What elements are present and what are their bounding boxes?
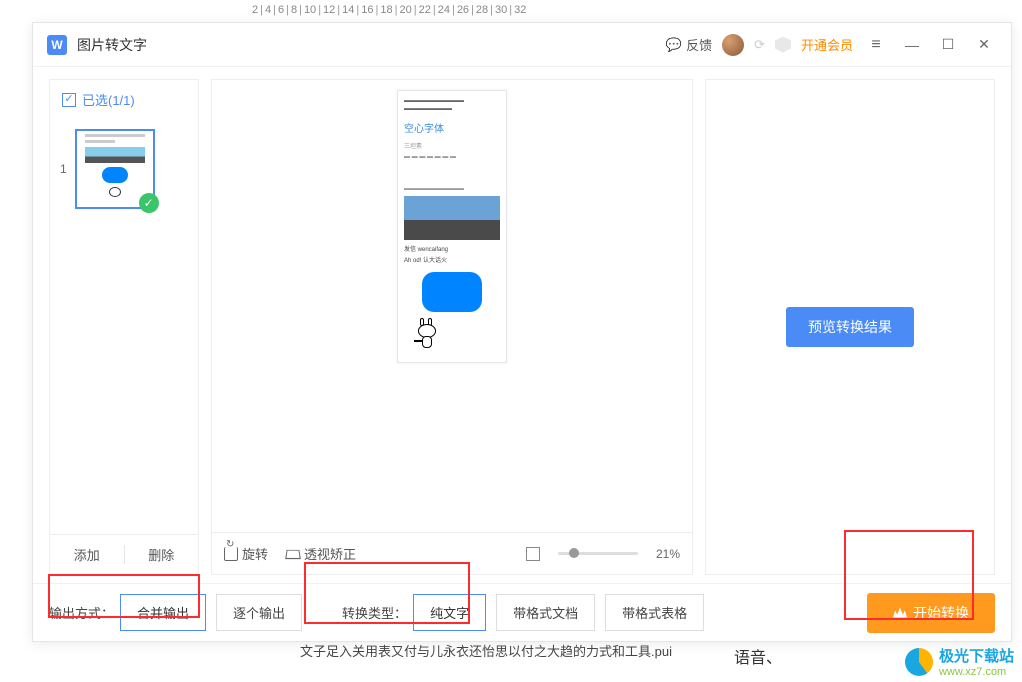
preview-heading: 空心字体 [404, 120, 500, 135]
ruler-tick: 4 [265, 4, 271, 16]
checkbox-icon[interactable]: ✓ [62, 93, 76, 107]
delete-button[interactable]: 删除 [125, 535, 199, 574]
convert-type-label: 转换类型： [342, 603, 407, 622]
ruler-tick: 20 [399, 4, 411, 16]
watermark-logo-icon [905, 648, 933, 676]
output-mode-label: 输出方式： [49, 603, 114, 622]
result-panel: 预览转换结果 [705, 79, 995, 575]
add-button[interactable]: 添加 [50, 535, 124, 574]
bottom-bar: 输出方式： 合并输出 逐个输出 转换类型： 纯文字 带格式文档 带格式表格 开始… [33, 583, 1011, 641]
ruler-tick: 30 [495, 4, 507, 16]
preview-doodle [412, 320, 446, 356]
type-table-button[interactable]: 带格式表格 [605, 594, 704, 631]
output-merge-button[interactable]: 合并输出 [120, 594, 206, 631]
preview-panel: ▬▬▬▬▬▬▬▬▬▬▬▬▬▬▬▬▬▬ 空心字体 三坦素 ▬ ▬ ▬ ▬ ▬ ▬ … [211, 79, 693, 575]
rotate-label: 旋转 [242, 544, 268, 563]
output-each-button[interactable]: 逐个输出 [216, 594, 302, 631]
ruler-tick: 22 [419, 4, 431, 16]
thumbnail-1[interactable]: ✓ [75, 129, 155, 209]
ruler-tick: 10 [304, 4, 316, 16]
ruler-tick: 2 [252, 4, 258, 16]
ruler-tick: 12 [323, 4, 335, 16]
selected-check-icon: ✓ [139, 193, 159, 213]
ruler-tick: 32 [514, 4, 526, 16]
select-count: 已选(1/1) [82, 90, 135, 109]
watermark-name: 极光下载站 [939, 645, 1014, 666]
rotate-button[interactable]: 旋转 [224, 544, 268, 563]
ruler-tick: 24 [438, 4, 450, 16]
perspective-button[interactable]: 透视矫正 [286, 544, 356, 563]
ruler-tick: 18 [380, 4, 392, 16]
rotate-icon [224, 547, 238, 561]
preview-shape [422, 272, 482, 312]
feedback-label: 反馈 [686, 35, 712, 54]
convert-label: 开始转换 [913, 603, 969, 623]
convert-type-group: 转换类型： 纯文字 [342, 594, 486, 631]
ruler-tick: 8 [291, 4, 297, 16]
minimize-button[interactable]: — [899, 32, 925, 58]
ruler-tick: 14 [342, 4, 354, 16]
ruler-tick: 28 [476, 4, 488, 16]
fit-icon[interactable] [526, 547, 540, 561]
background-doc-line: 文子足入关用表又付与儿永衣还怡思以付之大趋的力式和工具.pui [300, 641, 672, 660]
app-icon [47, 35, 67, 55]
ruler: 2 | 4 | 6 | 8 | 10 | 12 | 14 | 16 | 18 |… [220, 0, 982, 20]
refresh-icon[interactable]: ⟳ [754, 37, 765, 53]
perspective-label: 透视矫正 [304, 544, 356, 563]
preview-image [404, 196, 500, 240]
ruler-tick: 6 [278, 4, 284, 16]
ocr-dialog: 图片转文字 💬 反馈 ⟳ 开通会员 ≡ — ☐ ✕ ✓ 已选(1/1) [32, 22, 1012, 642]
thumb-index: 1 [60, 162, 67, 176]
perspective-icon [285, 549, 301, 558]
dialog-title: 图片转文字 [77, 35, 147, 55]
vip-link[interactable]: 开通会员 [801, 35, 853, 54]
close-button[interactable]: ✕ [971, 32, 997, 58]
type-doc-button[interactable]: 带格式文档 [496, 594, 595, 631]
hex-icon[interactable] [775, 37, 791, 53]
chat-icon: 💬 [666, 37, 682, 53]
preview-sub: 三坦素 [404, 141, 500, 150]
maximize-button[interactable]: ☐ [935, 32, 961, 58]
start-convert-button[interactable]: 开始转换 [867, 593, 995, 633]
watermark-url: www.xz7.com [939, 666, 1014, 678]
watermark: 极光下载站 www.xz7.com [905, 645, 1014, 678]
output-mode-group: 输出方式： 合并输出 [49, 594, 206, 631]
background-speech-text: 语音、 [734, 644, 782, 668]
zoom-slider[interactable] [558, 552, 638, 555]
ruler-tick: 16 [361, 4, 373, 16]
zoom-value: 21% [656, 547, 680, 561]
type-text-button[interactable]: 纯文字 [413, 594, 486, 631]
feedback-button[interactable]: 💬 反馈 [666, 35, 712, 54]
preview-cap1: 发信 wencaifang [404, 244, 500, 253]
menu-button[interactable]: ≡ [863, 32, 889, 58]
ruler-tick: 26 [457, 4, 469, 16]
avatar[interactable] [722, 34, 744, 56]
select-all-row[interactable]: ✓ 已选(1/1) [50, 80, 198, 119]
thumbnail-panel: ✓ 已选(1/1) 1 ✓ 添加 删除 [49, 79, 199, 575]
preview-result-button[interactable]: 预览转换结果 [786, 307, 914, 347]
crown-icon [893, 608, 907, 618]
document-preview[interactable]: ▬▬▬▬▬▬▬▬▬▬▬▬▬▬▬▬▬▬ 空心字体 三坦素 ▬ ▬ ▬ ▬ ▬ ▬ … [397, 90, 507, 363]
titlebar: 图片转文字 💬 反馈 ⟳ 开通会员 ≡ — ☐ ✕ [33, 23, 1011, 67]
preview-cap2: Ah od! 认大话火 [404, 255, 500, 264]
